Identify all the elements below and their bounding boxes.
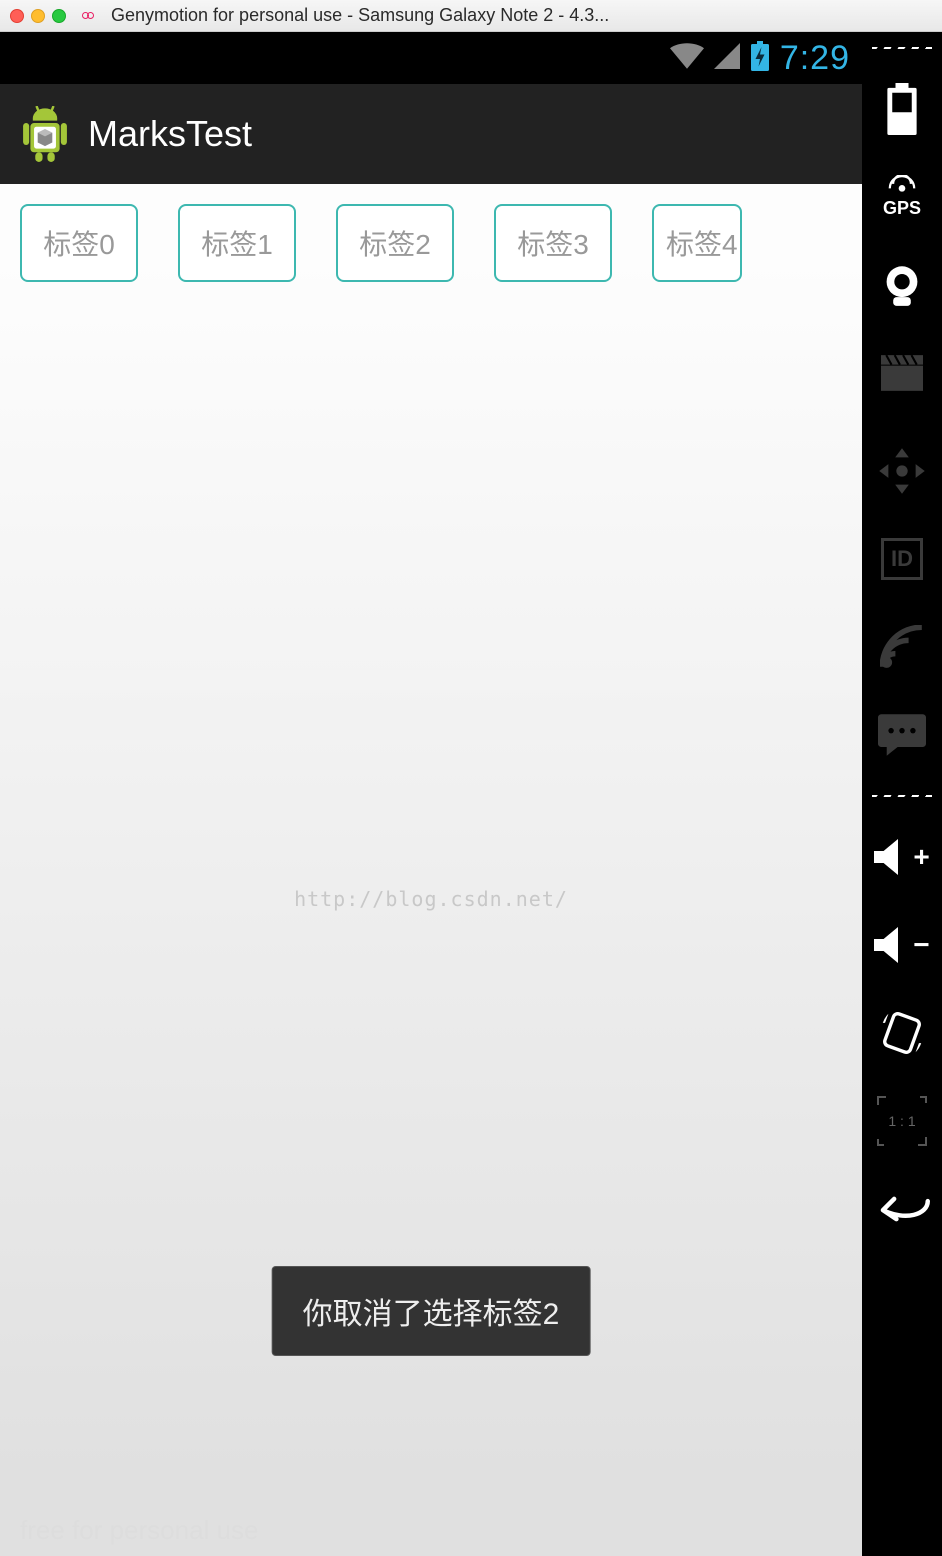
cell-signal-icon bbox=[714, 43, 740, 74]
tab-2[interactable]: 标签2 bbox=[336, 204, 454, 282]
emulator-container: 7:29 bbox=[0, 32, 942, 1556]
app-action-bar: MarksTest bbox=[0, 84, 862, 184]
genymotion-sidebar: GPS ID + bbox=[862, 32, 942, 1556]
camera-button[interactable] bbox=[874, 257, 930, 313]
tab-3[interactable]: 标签3 bbox=[494, 204, 612, 282]
remote-control-button[interactable] bbox=[874, 707, 930, 763]
app-icon bbox=[20, 106, 70, 162]
macos-titlebar: Genymotion for personal use - Samsung Ga… bbox=[0, 0, 942, 32]
toast-message: 你取消了选择标签2 bbox=[272, 1266, 591, 1356]
window-minimize-button[interactable] bbox=[31, 9, 45, 23]
tab-4[interactable]: 标签4 bbox=[652, 204, 742, 282]
battery-charging-icon bbox=[750, 41, 770, 76]
genymotion-logo-icon bbox=[78, 9, 98, 23]
tabs-scroll-row[interactable]: 标签0 标签1 标签2 标签3 标签4 bbox=[0, 184, 862, 292]
tab-label: 标签4 bbox=[666, 223, 738, 263]
phone-screen: 7:29 bbox=[0, 32, 862, 1556]
volume-down-button[interactable]: − bbox=[874, 917, 930, 973]
tab-label: 标签1 bbox=[201, 223, 273, 263]
rotate-button[interactable] bbox=[874, 1005, 930, 1061]
tab-label: 标签0 bbox=[43, 223, 115, 263]
watermark-text: http://blog.csdn.net/ bbox=[294, 887, 568, 911]
tab-label: 标签3 bbox=[517, 223, 589, 263]
wifi-icon bbox=[670, 43, 704, 74]
footer-label: free for personal use bbox=[20, 1515, 258, 1546]
battery-button[interactable] bbox=[874, 81, 930, 137]
tab-1[interactable]: 标签1 bbox=[178, 204, 296, 282]
tab-label: 标签2 bbox=[359, 223, 431, 263]
app-title: MarksTest bbox=[88, 113, 252, 155]
status-bar-time: 7:29 bbox=[780, 39, 850, 78]
network-button[interactable] bbox=[874, 619, 930, 675]
window-close-button[interactable] bbox=[10, 9, 24, 23]
pixel-perfect-button[interactable]: 1 : 1 bbox=[874, 1093, 930, 1149]
window-zoom-button[interactable] bbox=[52, 9, 66, 23]
screencast-button[interactable] bbox=[874, 345, 930, 401]
window-title: Genymotion for personal use - Samsung Ga… bbox=[111, 5, 932, 26]
gps-label: GPS bbox=[883, 198, 921, 219]
back-button[interactable] bbox=[874, 1181, 930, 1237]
content-area: http://blog.csdn.net/ bbox=[0, 292, 862, 1556]
android-status-bar[interactable]: 7:29 bbox=[0, 32, 862, 84]
gps-button[interactable]: GPS bbox=[874, 169, 930, 225]
dpad-button[interactable] bbox=[874, 443, 930, 499]
identifier-button[interactable]: ID bbox=[874, 531, 930, 587]
volume-up-button[interactable]: + bbox=[874, 829, 930, 885]
id-label: ID bbox=[881, 538, 923, 580]
sidebar-divider bbox=[872, 795, 932, 797]
tab-0[interactable]: 标签0 bbox=[20, 204, 138, 282]
ratio-label: 1 : 1 bbox=[888, 1113, 915, 1129]
